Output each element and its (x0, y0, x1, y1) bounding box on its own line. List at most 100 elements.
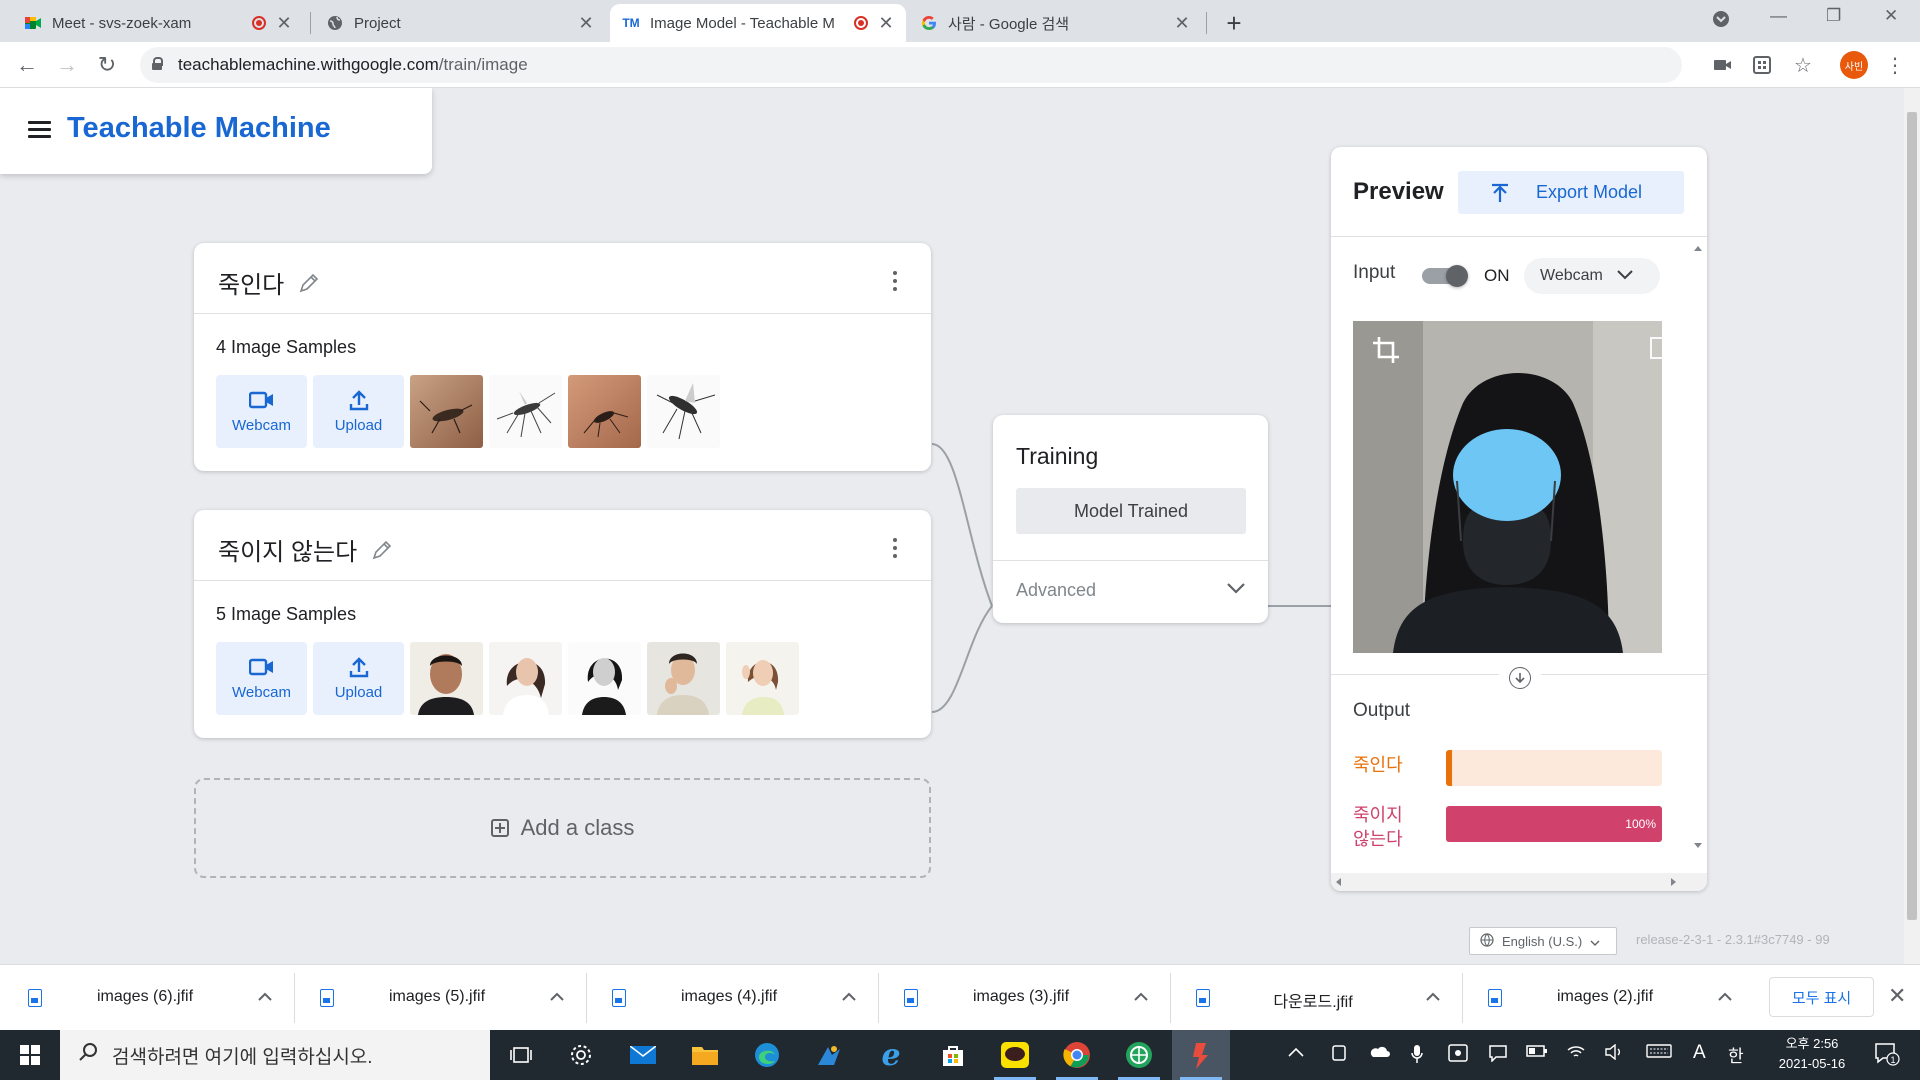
volume-icon[interactable] (1604, 1043, 1624, 1064)
add-class-button[interactable]: Add a class (194, 778, 931, 878)
app-green-icon[interactable] (1110, 1030, 1168, 1080)
minimize-button[interactable]: — (1770, 6, 1787, 26)
app-red-icon[interactable] (1172, 1030, 1230, 1080)
upload-button[interactable]: Upload (313, 642, 404, 715)
show-hidden-icons-icon[interactable] (1288, 1044, 1304, 1061)
taskbar-search-input[interactable]: 검색하려면 여기에 입력하십시오. (60, 1030, 490, 1080)
system-clock[interactable]: 오후 2:56 2021-05-16 (1762, 1034, 1862, 1074)
globe-icon (1480, 932, 1494, 950)
hamburger-menu-icon[interactable] (28, 121, 51, 138)
battery-icon[interactable] (1526, 1044, 1548, 1062)
class-options-icon[interactable] (893, 271, 897, 291)
sample-thumbnail[interactable] (647, 375, 720, 448)
photo-app-icon[interactable] (800, 1030, 858, 1080)
notification-center-icon[interactable]: 1 (1874, 1042, 1900, 1070)
tab-title: Project (354, 14, 401, 32)
restore-button[interactable]: ❐ (1826, 6, 1841, 26)
close-icon[interactable]: ✕ (578, 13, 594, 34)
close-icon[interactable]: ✕ (1174, 13, 1190, 34)
download-item[interactable]: images (4).jfif (584, 965, 876, 1031)
download-item[interactable]: 다운로드.jfif (1168, 965, 1460, 1031)
class-options-icon[interactable] (893, 538, 897, 558)
edit-pencil-icon[interactable] (298, 272, 320, 301)
sample-thumbnail[interactable] (568, 642, 641, 715)
upload-button[interactable]: Upload (313, 375, 404, 448)
tab-teachable-machine[interactable]: TM Image Model - Teachable M ✕ (610, 4, 906, 42)
chevron-up-icon[interactable] (258, 989, 272, 1007)
chrome-icon[interactable] (1048, 1030, 1106, 1080)
profile-avatar[interactable]: 사빈 (1840, 51, 1868, 79)
show-all-downloads-button[interactable]: 모두 표시 (1769, 977, 1874, 1017)
class-name[interactable]: 죽인다 (218, 265, 320, 301)
sample-thumbnail[interactable] (489, 375, 562, 448)
webcam-button[interactable]: Webcam (216, 375, 307, 448)
tab-meet[interactable]: Meet - svs-zoek-xam ✕ (12, 4, 304, 42)
crop-icon[interactable] (1371, 335, 1401, 370)
ime-language-indicator[interactable]: 한 (1728, 1042, 1744, 1067)
microphone-icon[interactable] (1410, 1044, 1424, 1068)
sample-thumbnail[interactable] (647, 642, 720, 715)
download-item[interactable]: images (5).jfif (292, 965, 584, 1031)
edit-pencil-icon[interactable] (371, 539, 393, 568)
task-view-icon[interactable] (492, 1030, 550, 1080)
download-item[interactable]: images (2).jfif (1460, 965, 1752, 1031)
preview-vertical-scrollbar[interactable] (1693, 243, 1703, 853)
new-tab-button[interactable]: + (1222, 8, 1246, 39)
close-icon[interactable]: ✕ (276, 13, 292, 34)
sample-thumbnail[interactable] (568, 375, 641, 448)
translate-icon[interactable] (1749, 52, 1775, 78)
input-source-select[interactable]: Webcam (1524, 258, 1660, 294)
language-select[interactable]: English (U.S.) (1469, 927, 1617, 955)
sample-thumbnail[interactable] (410, 375, 483, 448)
chevron-up-icon[interactable] (842, 989, 856, 1007)
forward-button[interactable]: → (54, 52, 80, 78)
tab-google-search[interactable]: 사람 - Google 검색 ✕ (908, 4, 1202, 42)
sample-thumbnail[interactable] (410, 642, 483, 715)
download-item[interactable]: images (6).jfif (0, 965, 292, 1031)
bookmark-star-icon[interactable]: ☆ (1790, 52, 1816, 78)
windows-start-icon[interactable] (0, 1030, 60, 1080)
tray-device-icon[interactable] (1330, 1044, 1348, 1066)
internet-explorer-icon[interactable]: e (862, 1030, 920, 1080)
keyboard-icon[interactable] (1646, 1044, 1672, 1062)
screen-record-icon[interactable] (1448, 1044, 1468, 1066)
chevron-up-icon[interactable] (550, 989, 564, 1007)
preview-horizontal-scrollbar[interactable] (1331, 873, 1707, 891)
onedrive-cloud-icon[interactable] (1368, 1044, 1390, 1062)
page-scrollbar[interactable] (1904, 88, 1920, 964)
window-close-button[interactable]: ✕ (1884, 6, 1898, 26)
reload-button[interactable]: ↻ (94, 52, 120, 78)
store-icon[interactable] (924, 1030, 982, 1080)
ime-mode-indicator[interactable]: A (1693, 1042, 1706, 1064)
file-explorer-icon[interactable] (676, 1030, 734, 1080)
address-bar[interactable]: teachablemachine.withgoogle.com/train/im… (140, 47, 1682, 83)
close-downloads-icon[interactable]: ✕ (1888, 983, 1906, 1009)
wifi-icon[interactable] (1566, 1044, 1586, 1064)
input-toggle[interactable] (1422, 265, 1468, 287)
tab-search-button[interactable] (1712, 10, 1730, 33)
edge-browser-icon[interactable] (738, 1030, 796, 1080)
flip-camera-icon[interactable] (1650, 337, 1662, 359)
advanced-toggle[interactable]: Advanced (1016, 580, 1096, 601)
export-model-button[interactable]: Export Model (1458, 171, 1684, 214)
chevron-up-icon[interactable] (1134, 989, 1148, 1007)
tab-project[interactable]: Project ✕ (314, 4, 606, 42)
webcam-button[interactable]: Webcam (216, 642, 307, 715)
download-item[interactable]: images (3).jfif (876, 965, 1168, 1031)
chevron-up-icon[interactable] (1426, 989, 1440, 1007)
brand-logo[interactable]: Teachable Machine (67, 112, 331, 145)
menu-icon[interactable]: ⋮ (1882, 52, 1908, 78)
close-icon[interactable]: ✕ (878, 13, 894, 34)
chevron-up-icon[interactable] (1718, 989, 1732, 1007)
chevron-down-icon[interactable] (1226, 581, 1246, 599)
sample-thumbnail[interactable] (726, 642, 799, 715)
settings-gear-icon[interactable] (552, 1030, 610, 1080)
back-button[interactable]: ← (14, 52, 40, 78)
camera-in-use-icon[interactable] (1710, 52, 1736, 78)
train-model-button[interactable]: Model Trained (1016, 488, 1246, 534)
mail-icon[interactable] (614, 1030, 672, 1080)
chat-bubble-icon[interactable] (1488, 1044, 1508, 1066)
sample-thumbnail[interactable] (489, 642, 562, 715)
kakaotalk-icon[interactable] (986, 1030, 1044, 1080)
class-name[interactable]: 죽이지 않는다 (218, 532, 393, 568)
